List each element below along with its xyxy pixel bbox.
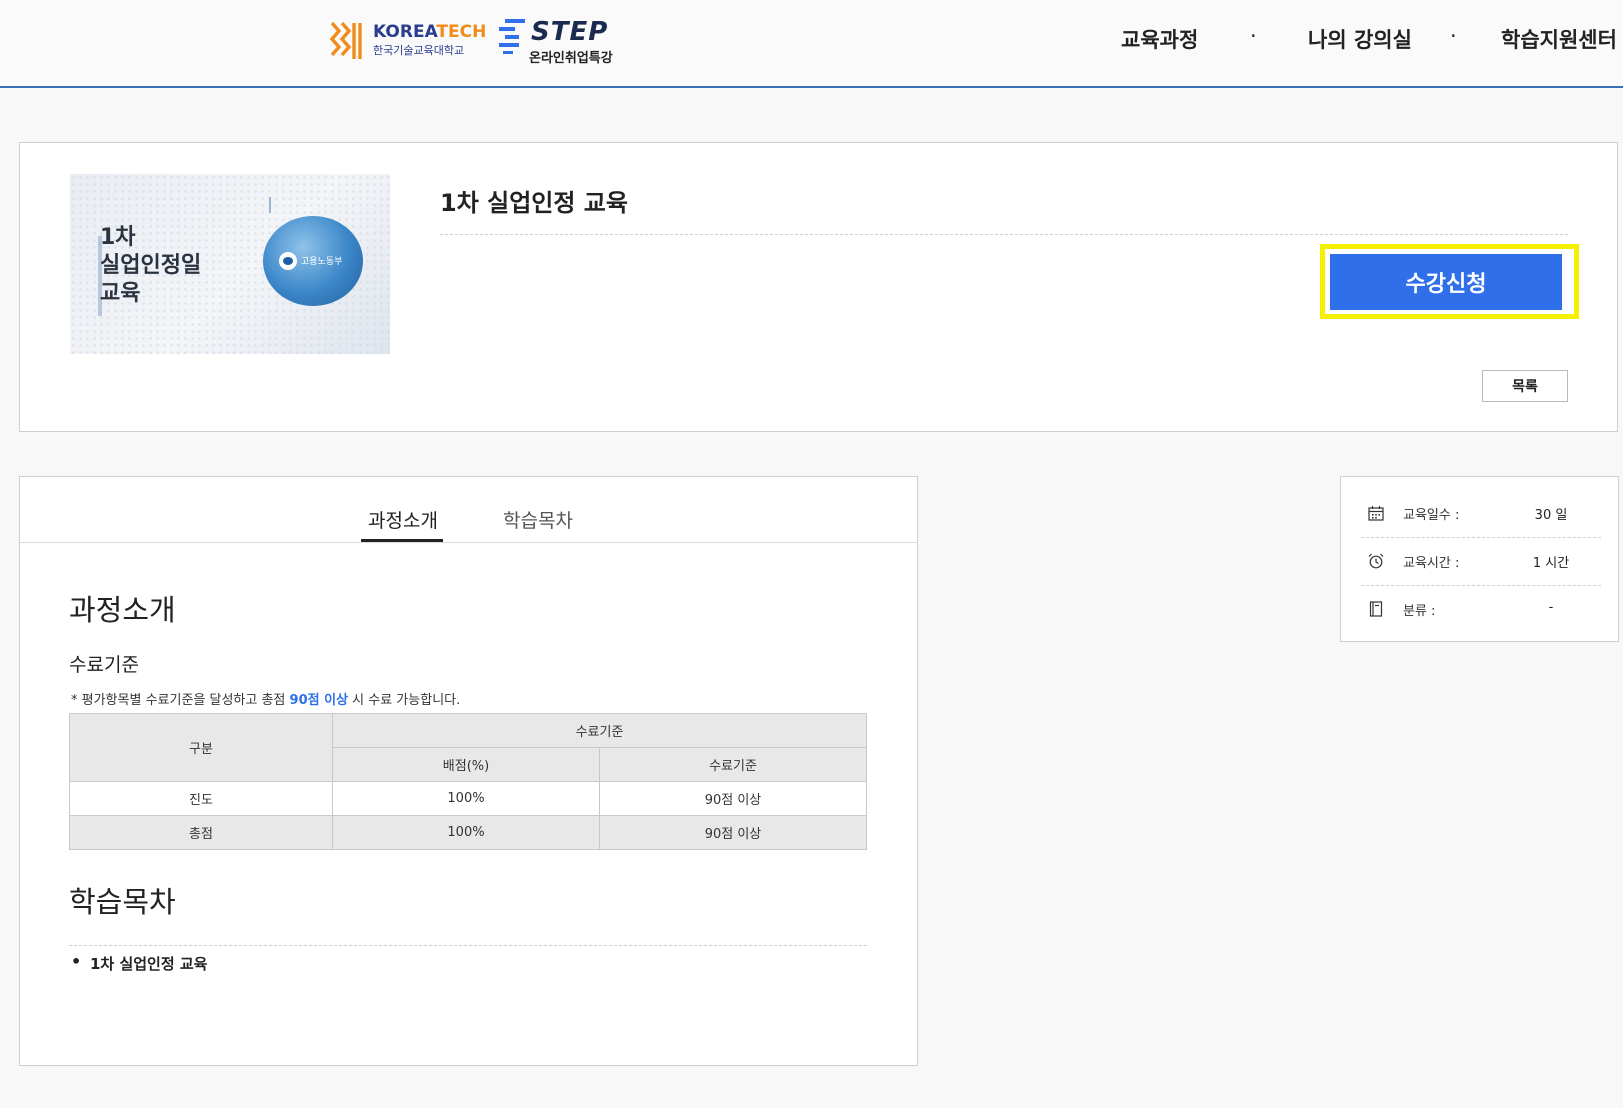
table-row: 총점 100% 90점 이상	[69, 815, 868, 850]
completion-criteria-table: 구분 수료기준 배점(%) 수료기준 진도 100% 90점 이상 총점 100…	[69, 713, 868, 850]
tab-course-intro[interactable]: 과정소개	[368, 506, 438, 533]
course-thumbnail: 1차 실업인정일 교육 고용노동부	[70, 174, 390, 354]
step-mark-icon	[499, 19, 525, 54]
table-row: 진도 100% 90점 이상	[69, 781, 868, 816]
koreatech-subtitle: 한국기술교육대학교	[373, 44, 465, 57]
nav-support-center[interactable]: 학습지원센터	[1501, 24, 1617, 54]
toc-divider	[69, 945, 867, 946]
info-value: 30 일	[1534, 508, 1568, 523]
ministry-emblem-circle: 고용노동부	[263, 216, 363, 306]
koreatech-mark-icon	[329, 21, 362, 59]
list-button[interactable]: 목록	[1482, 370, 1568, 402]
koreatech-wordmark: KOREATECH	[373, 22, 487, 42]
info-value: 1 시간	[1532, 556, 1570, 571]
course-detail-panel: 과정소개 학습목차 과정소개 수료기준 * 평가항목별 수료기준을 달성하고 총…	[19, 476, 918, 1066]
course-info-panel: 교육일수 : 30 일 교육시간 : 1 시간 분류 : -	[1340, 476, 1619, 642]
book-icon	[1369, 601, 1383, 617]
nav-courses[interactable]: 교육과정	[1121, 24, 1198, 54]
intro-heading: 과정소개	[69, 593, 176, 627]
thumbnail-title: 1차 실업인정일 교육	[100, 225, 202, 306]
nav-separator: ·	[1450, 24, 1457, 48]
criteria-heading: 수료기준	[69, 654, 139, 676]
table-header-weight: 배점(%)	[332, 747, 600, 782]
info-label: 교육일수 :	[1403, 508, 1460, 523]
table-cell-division: 진도	[69, 781, 333, 816]
info-row-hours: 교육시간 : 1 시간	[1361, 537, 1601, 586]
step-wordmark: STEP	[531, 17, 609, 47]
tabs-divider	[20, 542, 917, 543]
info-label: 분류 :	[1403, 604, 1436, 619]
info-row-days: 교육일수 : 30 일	[1361, 489, 1601, 538]
course-summary-panel: 1차 실업인정일 교육 고용노동부 1차 실업인정 교육 수강신청 목록	[19, 142, 1618, 432]
table-cell-division: 총점	[69, 815, 333, 850]
calendar-icon	[1368, 506, 1384, 521]
ministry-emblem-icon	[279, 252, 297, 270]
info-label: 교육시간 :	[1403, 556, 1460, 571]
table-header-criteria: 수료기준	[598, 747, 868, 782]
table-cell-weight: 100%	[332, 781, 600, 816]
alarm-clock-icon	[1368, 553, 1384, 569]
site-header: KOREATECH 한국기술교육대학교 STEP 온라인취업특강 교육과정 · …	[0, 0, 1623, 88]
nav-separator: ·	[1250, 24, 1257, 48]
info-row-category: 분류 : -	[1361, 585, 1601, 633]
table-cell-criteria: 90점 이상	[598, 815, 868, 850]
course-title: 1차 실업인정 교육	[440, 189, 628, 217]
table-cell-criteria: 90점 이상	[598, 781, 868, 816]
enroll-button[interactable]: 수강신청	[1330, 254, 1562, 310]
nav-my-classroom[interactable]: 나의 강의실	[1308, 24, 1412, 54]
info-value: -	[1548, 600, 1554, 615]
thumbnail-line	[269, 197, 271, 213]
title-divider	[440, 234, 1568, 235]
koreatech-logo[interactable]: KOREATECH 한국기술교육대학교	[329, 17, 486, 65]
ministry-label: 고용노동부	[301, 257, 343, 267]
step-logo[interactable]: STEP 온라인취업특강	[497, 16, 637, 66]
step-subtitle: 온라인취업특강	[529, 51, 613, 66]
table-header-division: 구분	[69, 713, 333, 782]
toc-heading: 학습목차	[69, 885, 176, 919]
tab-curriculum[interactable]: 학습목차	[503, 506, 573, 533]
table-cell-weight: 100%	[332, 815, 600, 850]
toc-list-item: 1차 실업인정 교육	[71, 952, 208, 974]
completion-note: * 평가항목별 수료기준을 달성하고 총점 90점 이상 시 수료 가능합니다.	[71, 693, 461, 708]
note-highlight: 90점 이상	[289, 693, 349, 708]
table-header-group: 수료기준	[332, 713, 867, 748]
